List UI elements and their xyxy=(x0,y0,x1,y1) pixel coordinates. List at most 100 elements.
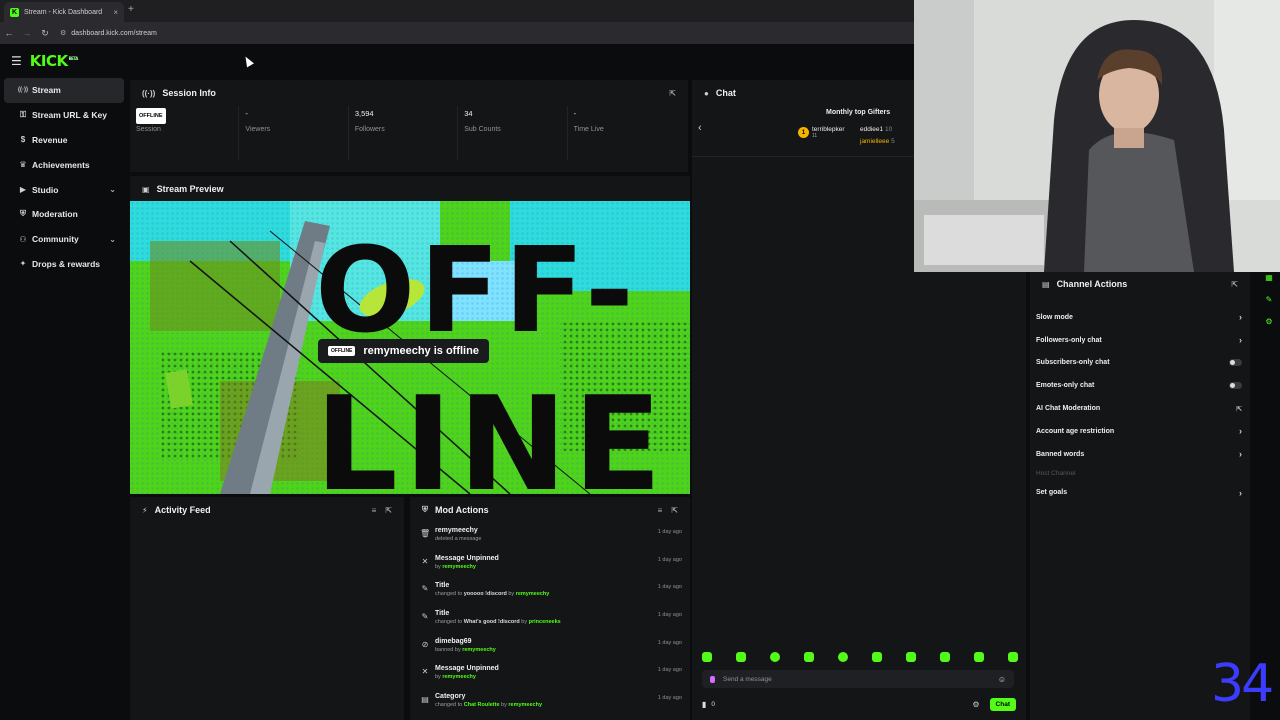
broadcast-icon: ((·)) xyxy=(142,88,156,98)
sidebar-item-achievements[interactable]: ♛ Achievements xyxy=(4,152,124,177)
mod-action-row[interactable]: ✕ Message Unpinned by remymeechy 1 day ago xyxy=(410,661,690,689)
channel-action-set-goals[interactable]: Set goals › xyxy=(1030,482,1250,505)
mod-action-row[interactable]: ✎ Title changed to What's good !discord by… xyxy=(410,606,690,634)
emote-icon[interactable] xyxy=(702,652,712,662)
emote-icon[interactable] xyxy=(736,652,746,662)
stream-preview-title: Stream Preview xyxy=(156,184,224,194)
new-tab-button[interactable]: + xyxy=(128,4,134,15)
sidebar-item-studio[interactable]: ▶ Studio ⌄ xyxy=(4,177,124,202)
mod-action-row[interactable]: ✕ Message Unpinned by remymeechy 1 day ago xyxy=(410,551,690,579)
close-tab-icon[interactable]: × xyxy=(113,8,118,17)
menu-icon[interactable]: ☰ xyxy=(11,54,22,68)
mod-action-title: Category xyxy=(435,693,466,701)
mod-action-row[interactable]: ▤ Category changed to Chat Roulette by rem… xyxy=(410,689,690,717)
popout-icon[interactable]: ⇱ xyxy=(671,506,678,515)
kick-logo[interactable]: KICKBETA xyxy=(30,52,79,70)
sidebar-item-label: Studio xyxy=(32,184,59,195)
browser-tab[interactable]: K Stream - Kick Dashboard × xyxy=(4,2,124,22)
emote-icon[interactable] xyxy=(804,652,814,662)
gifter-entry[interactable]: eddiee1 10 xyxy=(860,126,892,133)
channel-action-emotes-only-chat[interactable]: Emotes-only chat xyxy=(1030,374,1250,397)
sidebar-item-stream-url-key[interactable]: ⚿ Stream URL & Key xyxy=(4,103,124,128)
offline-badge: OFFLINE xyxy=(328,346,356,356)
username-link[interactable]: princeneeks xyxy=(529,619,561,625)
mod-action-row[interactable]: 🗑 remymeechy deleted a message 1 day ago xyxy=(410,523,690,551)
external-link-icon[interactable]: ⇱ xyxy=(1236,405,1242,413)
username-link[interactable]: remymeechy xyxy=(462,647,496,653)
sidebar-item-label: Drops & rewards xyxy=(32,258,101,269)
mod-action-detail: changed to What's good !discord by princ… xyxy=(435,619,658,625)
gifter-entry[interactable]: jamielleee 5 xyxy=(860,138,895,145)
stat-value: 3,594 xyxy=(354,109,374,118)
emote-icon[interactable] xyxy=(770,652,780,662)
sidebar-item-community[interactable]: ⚇ Community ⌄ xyxy=(4,227,124,252)
channel-action-slow-mode[interactable]: Slow mode › xyxy=(1030,306,1250,329)
popout-icon[interactable]: ⇱ xyxy=(669,89,676,98)
channel-action-banned-words[interactable]: Banned words › xyxy=(1030,443,1250,466)
username-link[interactable]: remymeechy xyxy=(442,674,476,680)
chevron-right-icon: › xyxy=(1239,335,1242,346)
channel-action-followers-only-chat[interactable]: Followers-only chat › xyxy=(1030,329,1250,352)
mod-actions-title: Mod Actions xyxy=(435,505,489,515)
mod-action-row[interactable]: ⊘ dimebag69 banned by remymeechy 1 day ago xyxy=(410,634,690,662)
popout-icon[interactable]: ⇱ xyxy=(1231,280,1238,289)
mod-action-row[interactable]: ✎ Title changed to yooooo !discord by remy… xyxy=(410,578,690,606)
people-icon: ⚇ xyxy=(19,234,27,244)
gifter-name: eddiee1 xyxy=(860,126,884,133)
emote-icon[interactable] xyxy=(872,652,882,662)
emoji-icon[interactable]: ☺ xyxy=(998,675,1006,684)
chevron-left-icon[interactable]: ‹ xyxy=(698,122,702,134)
emote-icon[interactable] xyxy=(906,652,916,662)
forward-icon[interactable]: → xyxy=(18,28,36,38)
site-info-icon[interactable]: ⚙ xyxy=(60,29,66,37)
rank-badge-icon: 1 xyxy=(798,127,809,138)
emote-icon[interactable] xyxy=(838,652,848,662)
detail-text: changed to xyxy=(435,702,464,709)
stat-viewers: - Viewers xyxy=(245,106,349,160)
sidebar-item-label: Stream xyxy=(32,85,61,96)
mod-action-title: Message Unpinned xyxy=(435,665,499,673)
stat-followers: 3,594 Followers xyxy=(354,106,459,160)
emote-icon[interactable] xyxy=(974,652,984,662)
toggle-switch[interactable] xyxy=(1229,382,1242,390)
chat-message-input[interactable]: Send a message ☺ xyxy=(702,670,1014,688)
toggle-switch[interactable] xyxy=(1229,359,1242,367)
sidebar: ((·)) Stream ⚿ Stream URL & Key $ Revenue ♛ Ach… xyxy=(0,78,128,720)
gear-icon[interactable]: ⚙ xyxy=(972,700,979,709)
gifter-name: jamielleee xyxy=(860,138,890,145)
emote-icon[interactable] xyxy=(940,652,950,662)
channel-action-subscribers-only-chat[interactable]: Subscribers-only chat xyxy=(1030,352,1250,375)
username-link[interactable]: remymeechy xyxy=(508,702,542,708)
gifter-entry[interactable]: 1 terriblepker 11 xyxy=(798,126,845,139)
reload-icon[interactable]: ↻ xyxy=(36,28,54,39)
gifter-count: 5 xyxy=(891,138,895,145)
webcam-overlay xyxy=(914,0,1280,272)
channel-action-label: Followers-only chat xyxy=(1036,336,1102,344)
back-icon[interactable]: ← xyxy=(0,28,18,38)
microphone-icon[interactable] xyxy=(710,675,715,683)
filter-icon[interactable]: ≡ xyxy=(658,506,663,515)
username-link[interactable]: remymeechy xyxy=(516,591,550,597)
gift-icon: ✦ xyxy=(19,259,27,269)
sidebar-item-stream[interactable]: ((·)) Stream xyxy=(4,78,124,103)
tools-icon[interactable]: ✎ xyxy=(1263,295,1275,307)
channel-action-label: Banned words xyxy=(1036,450,1085,458)
channel-action-ai-chat-moderation[interactable]: AI Chat Moderation ⇱ xyxy=(1030,397,1250,420)
layout-icon[interactable]: ▦ xyxy=(1263,273,1275,285)
popout-icon[interactable]: ⇱ xyxy=(385,506,392,515)
username-link[interactable]: Chat Roulette xyxy=(464,702,500,708)
sidebar-item-moderation[interactable]: ⛨ Moderation xyxy=(4,202,124,227)
filter-icon[interactable]: ≡ xyxy=(372,506,377,515)
emote-icon[interactable] xyxy=(1008,652,1018,662)
sidebar-item-revenue[interactable]: $ Revenue xyxy=(4,128,124,153)
mod-action-detail: changed to Chat Roulette by remymeechy xyxy=(435,702,658,708)
username-link[interactable]: remymeechy xyxy=(442,564,476,570)
sidebar-item-drops-rewards[interactable]: ✦ Drops & rewards xyxy=(4,252,124,277)
mod-action-detail: changed to yooooo !discord by remymeechy xyxy=(435,591,658,597)
send-chat-button[interactable]: Chat xyxy=(989,697,1016,711)
stat-label: Sub Counts xyxy=(464,126,501,133)
url-field[interactable]: ⚙ dashboard.kick.com/stream xyxy=(60,29,157,38)
gifter-count: 10 xyxy=(884,126,893,133)
channel-action-account-age-restriction[interactable]: Account age restriction › xyxy=(1030,420,1250,443)
settings-icon[interactable]: ⚙ xyxy=(1263,317,1275,329)
